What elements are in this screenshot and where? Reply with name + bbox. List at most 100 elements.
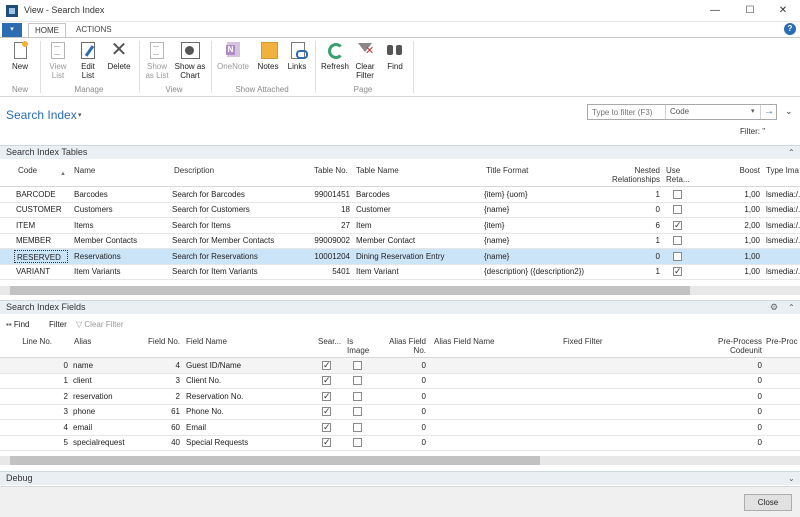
cell-table-name[interactable]: Customer <box>356 205 482 214</box>
searchable-checkbox[interactable] <box>322 360 331 371</box>
tables-scrollbar-thumb[interactable] <box>10 286 690 295</box>
filter-input[interactable] <box>588 105 666 119</box>
cell-description[interactable]: Search for Barcodes <box>172 190 308 199</box>
fields-clear-filter-button[interactable]: ▽ Clear Filter <box>76 320 124 329</box>
use-retain-checkbox[interactable] <box>673 190 682 199</box>
cell-table-no[interactable]: 5401 <box>306 267 350 276</box>
cell-preprocess-codeunit[interactable]: 0 <box>704 438 762 447</box>
cell-alias-field-no[interactable]: 0 <box>384 438 426 447</box>
file-menu-button[interactable]: ▾ <box>2 23 22 37</box>
col-nested-relationships[interactable]: Nested Relationships <box>604 166 660 184</box>
cell-boost[interactable]: 1,00 <box>720 205 760 214</box>
cell-line-no[interactable]: 0 <box>10 361 68 370</box>
refresh-button[interactable]: Refresh <box>318 41 352 81</box>
fields-find-button[interactable]: ▪▪ Find <box>6 320 29 329</box>
cell-line-no[interactable]: 3 <box>10 407 68 416</box>
cell-boost[interactable]: 2,00 <box>720 221 760 230</box>
filter-field-select[interactable]: Code <box>670 107 689 116</box>
col-searchable[interactable]: Sear... <box>318 337 341 346</box>
cell-code[interactable]: VARIANT <box>16 267 68 276</box>
links-button[interactable]: Links <box>284 41 310 81</box>
notes-button[interactable]: Notes <box>254 41 282 81</box>
find-button[interactable]: Find <box>382 41 408 81</box>
searchable-checkbox[interactable] <box>322 437 331 448</box>
use-retain-checkbox[interactable] <box>673 251 682 261</box>
is-image-checkbox[interactable] <box>353 376 362 386</box>
col-preprocess-2[interactable]: Pre-Proc <box>766 337 798 346</box>
searchable-checkbox[interactable] <box>322 422 331 433</box>
debug-part-header[interactable]: Debug <box>0 471 800 485</box>
cell-description[interactable]: Search for Customers <box>172 205 308 214</box>
col-name[interactable]: Name <box>74 166 95 175</box>
cell-name[interactable]: Member Contacts <box>74 236 170 245</box>
cell-field-name[interactable]: Guest ID/Name <box>186 361 310 370</box>
minimize-button[interactable]: — <box>700 2 730 20</box>
use-retain-checkbox[interactable] <box>673 220 682 231</box>
use-retain-checkbox[interactable] <box>673 266 682 277</box>
fields-scrollbar-thumb[interactable] <box>10 456 540 465</box>
cell-type-image[interactable]: lsmedia:/... <box>766 205 800 214</box>
cell-preprocess-codeunit[interactable]: 0 <box>704 407 762 416</box>
fields-filter-button[interactable]: Filter <box>49 320 67 329</box>
col-table-no[interactable]: Table No. <box>314 166 348 175</box>
gear-icon[interactable]: ⚙ <box>770 302 778 313</box>
searchable-checkbox[interactable] <box>322 375 331 386</box>
cell-type-image[interactable]: lsmedia:/... <box>766 236 800 245</box>
cell-boost[interactable]: 1,00 <box>720 236 760 245</box>
cell-description[interactable]: Search for Item Variants <box>172 267 308 276</box>
col-type-image[interactable]: Type Ima <box>766 166 799 175</box>
cell-field-name[interactable]: Client No. <box>186 376 310 385</box>
col-code[interactable]: Code <box>18 166 37 175</box>
col-is-image[interactable]: Is Image <box>347 337 369 355</box>
onenote-button[interactable]: OneNote <box>214 41 252 81</box>
col-description[interactable]: Description <box>174 166 214 175</box>
cell-title-format[interactable]: {name} <box>484 205 600 214</box>
col-preprocess-codeunit[interactable]: Pre-Process Codeunit <box>704 337 762 355</box>
cell-title-format[interactable]: {name} <box>484 252 600 261</box>
close-button[interactable]: Close <box>744 494 792 511</box>
col-alias-field-name[interactable]: Alias Field Name <box>434 337 494 346</box>
cell-table-name[interactable]: Barcodes <box>356 190 482 199</box>
cell-description[interactable]: Search for Member Contacts <box>172 236 308 245</box>
cell-alias[interactable]: email <box>73 423 137 432</box>
is-image-checkbox[interactable] <box>353 438 362 447</box>
is-image-checkbox[interactable] <box>353 361 362 370</box>
cell-type-image[interactable]: lsmedia:/... <box>766 267 800 276</box>
col-fixed-filter[interactable]: Fixed Filter <box>563 337 603 346</box>
cell-line-no[interactable]: 1 <box>10 376 68 385</box>
col-title-format[interactable]: Title Format <box>486 166 528 175</box>
cell-alias-field-no[interactable]: 0 <box>384 407 426 416</box>
is-image-checkbox[interactable] <box>353 407 362 417</box>
cell-field-name[interactable]: Reservation No. <box>186 392 310 401</box>
tables-horizontal-scrollbar[interactable] <box>0 286 800 295</box>
tables-part-header[interactable]: Search Index Tables <box>0 145 800 159</box>
cell-title-format[interactable]: {item} {uom} <box>484 190 600 199</box>
collapse-up-icon[interactable]: ⌃ <box>788 148 795 157</box>
col-boost[interactable]: Boost <box>724 166 760 175</box>
cell-nested[interactable]: 0 <box>620 205 660 214</box>
fields-part-header[interactable]: Search Index Fields <box>0 300 800 314</box>
cell-line-no[interactable]: 4 <box>10 423 68 432</box>
cell-name[interactable]: Reservations <box>74 252 170 261</box>
cell-field-no[interactable]: 4 <box>140 361 180 370</box>
help-icon[interactable]: ? <box>784 23 796 35</box>
tab-actions[interactable]: ACTIONS <box>70 23 118 38</box>
cell-table-no[interactable]: 27 <box>306 221 350 230</box>
edit-list-button[interactable]: Edit List <box>74 41 102 81</box>
col-line-no[interactable]: Line No. <box>10 337 52 346</box>
cell-table-name[interactable]: Member Contact <box>356 236 482 245</box>
use-retain-checkbox[interactable] <box>673 236 682 246</box>
clear-filter-button[interactable]: Clear Filter <box>352 41 378 81</box>
col-alias[interactable]: Alias <box>74 337 91 346</box>
cell-table-name[interactable]: Item Variant <box>356 267 482 276</box>
cell-description[interactable]: Search for Reservations <box>172 252 308 261</box>
is-image-checkbox[interactable] <box>353 422 362 432</box>
searchable-checkbox[interactable] <box>322 406 331 417</box>
cell-code[interactable]: MEMBER <box>16 236 68 245</box>
view-list-button[interactable]: View List <box>44 41 72 81</box>
cell-nested[interactable]: 1 <box>620 236 660 245</box>
cell-field-no[interactable]: 3 <box>140 376 180 385</box>
cell-type-image[interactable]: lsmedia:/... <box>766 221 800 230</box>
arrow-right-icon[interactable]: → <box>760 105 777 119</box>
expand-down-icon[interactable]: ⌄ <box>788 474 795 483</box>
